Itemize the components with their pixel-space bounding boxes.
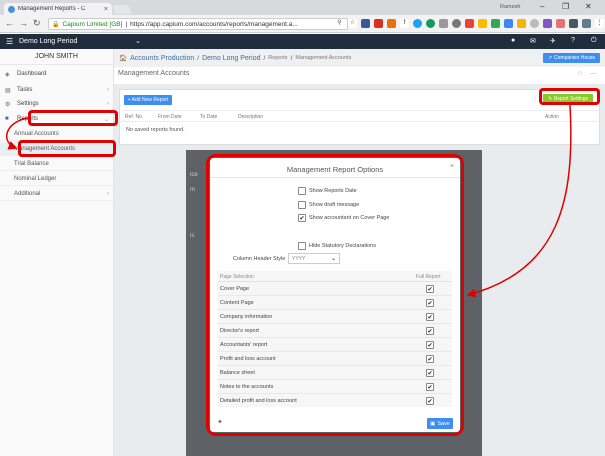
annotation-arrows — [5, 104, 572, 298]
annotation-arrow-right — [466, 104, 572, 298]
annotation-arrow-left — [5, 117, 29, 150]
